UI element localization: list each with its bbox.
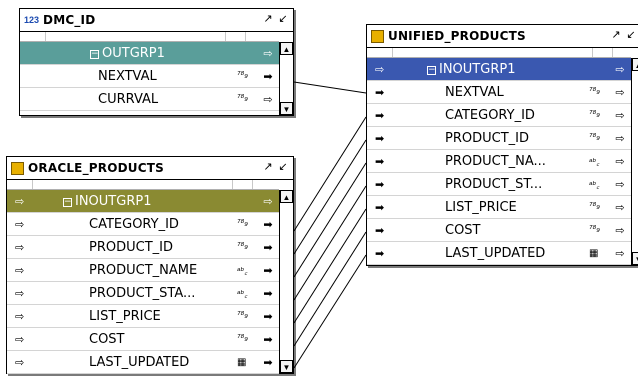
connection-line [293, 81, 367, 94]
mapping-connections [293, 81, 367, 369]
connection-line [293, 162, 367, 278]
connection-line [293, 231, 367, 347]
connection-line [293, 185, 367, 301]
connection-line [293, 116, 367, 232]
connection-line [293, 139, 367, 255]
connection-line [293, 254, 367, 369]
connection-line [293, 208, 367, 324]
